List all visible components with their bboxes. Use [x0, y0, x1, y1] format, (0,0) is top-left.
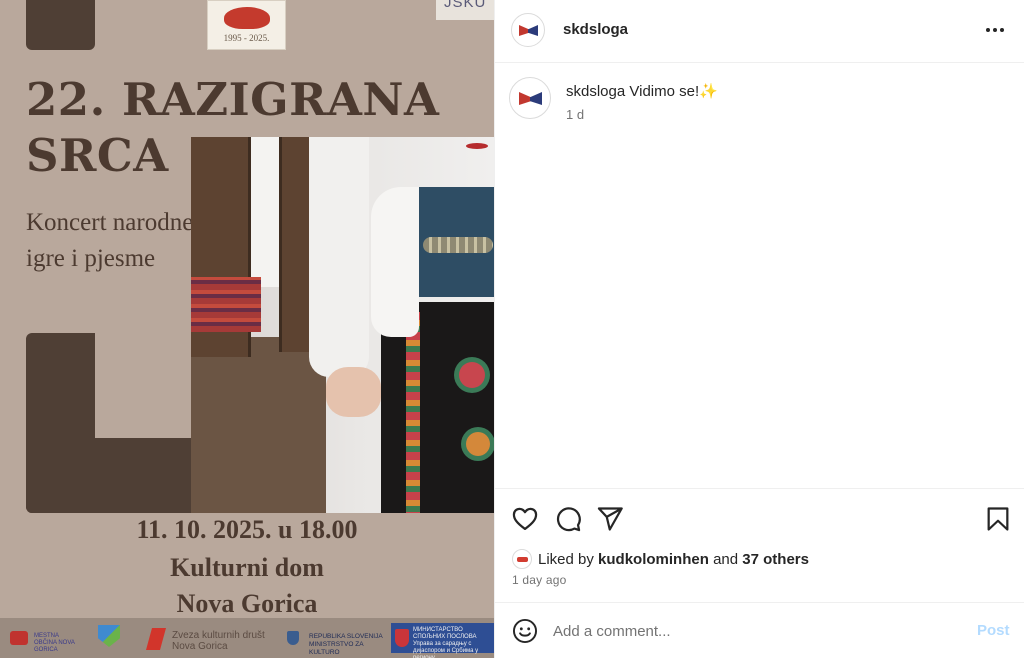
liked-by-others-link[interactable]: 37 others — [742, 551, 809, 568]
sponsor-name: Zveza kulturnih društ Nova Gorica — [172, 630, 265, 652]
heart-icon[interactable] — [511, 505, 539, 533]
sponsor-logo-culture-union: Zveza kulturnih društ Nova Gorica — [146, 625, 276, 652]
poster-date-time: 11. 10. 2025. u 18.00 — [136, 515, 358, 544]
caption-username[interactable]: skdsloga — [566, 83, 625, 100]
more-options-icon[interactable] — [983, 18, 1007, 42]
paper-plane-icon[interactable] — [596, 505, 624, 533]
sponsor-logo-ministry-foreign: МИНИСТАРСТВО СПОЉНИХ ПОСЛОВА Управа за с… — [391, 623, 494, 658]
more-dot — [993, 28, 997, 32]
post-actions: Liked by kudkolominhen and 37 others 1 d… — [495, 488, 1024, 606]
smiley-icon[interactable] — [512, 618, 538, 644]
poster-sponsor-strip: MESTNA OBČINA NOVA GORICA Zveza kulturni… — [0, 618, 494, 658]
photo-holding-hands — [326, 367, 381, 417]
poster-venue-line2: Nova Gorica — [176, 589, 318, 618]
poster-decor-l-horizontal — [26, 438, 196, 513]
poster-decor-block-top — [26, 0, 95, 50]
caption-text-row: skdsloga Vidimo se!✨ — [566, 82, 718, 100]
sparkles-emoji: ✨ — [699, 83, 718, 100]
photo-skirt-embroidery — [406, 312, 420, 513]
bookmark-icon[interactable] — [984, 505, 1012, 533]
sponsor-logo-ministry-culture: REPUBLIKA SLOVENIJA MINISTRSTVO ZA KULTU… — [287, 625, 387, 656]
sponsor-mark — [146, 628, 166, 650]
sponsor-mark — [98, 625, 120, 647]
sponsor-name: REPUBLIKA SLOVENIJA MINISTRSTVO ZA KULTU… — [309, 633, 383, 656]
sponsor-mark — [10, 631, 28, 645]
caption-timestamp[interactable]: 1 d — [566, 107, 584, 122]
liked-by-and: and — [713, 550, 739, 568]
liked-by-prefix: Liked by — [538, 550, 594, 568]
photo-man-belt — [191, 277, 261, 332]
comment-bubble-icon[interactable] — [554, 505, 582, 533]
liker-avatar[interactable] — [512, 549, 532, 569]
caption-avatar[interactable] — [509, 77, 551, 119]
photo-woman-sleeve — [371, 187, 419, 337]
more-dot — [986, 28, 990, 32]
sponsor-logo-municipality: MESTNA OBČINA NOVA GORICA — [10, 625, 80, 653]
liked-by-username[interactable]: kudkolominhen — [598, 551, 709, 568]
photo-woman-lips — [466, 143, 488, 149]
poster-anniversary-logo: 1995 - 2025. — [207, 0, 286, 50]
poster-logo-year: 1995 - 2025. — [223, 33, 270, 43]
poster-logo-mark — [224, 7, 270, 29]
photo-embroidery-flower — [459, 362, 485, 388]
author-username[interactable]: skdsloga — [563, 21, 628, 38]
photo-man-trousers — [191, 337, 326, 513]
comment-input[interactable] — [553, 613, 953, 649]
post-date[interactable]: 1 day ago — [512, 573, 567, 587]
post-detail-panel: skdsloga skdsloga Vidimo se!✨ 1 d Liked … — [494, 0, 1024, 658]
liked-by-row: Liked by kudkolominhen and 37 others — [512, 549, 809, 569]
poster-venue: Kulturni dom Nova Gorica — [0, 550, 494, 622]
poster-top-right-logo: JSKU — [436, 0, 494, 20]
more-dot — [1000, 28, 1004, 32]
poster-venue-line1: Kulturni dom — [170, 553, 324, 582]
photo-coin-necklace — [423, 237, 493, 253]
liker-avatar-mark — [517, 557, 528, 562]
avatar-logo-left — [519, 25, 529, 36]
sponsor-logo-crest — [98, 625, 122, 651]
avatar-logo-right — [530, 92, 542, 105]
photo-man-sleeve — [309, 137, 369, 377]
avatar-logo-left — [519, 92, 531, 105]
post-comment-button[interactable]: Post — [977, 622, 1010, 639]
sponsor-mark — [287, 631, 299, 645]
post-caption: skdsloga Vidimo se!✨ 1 d — [495, 63, 1024, 488]
sponsor-name: MESTNA OBČINA NOVA GORICA — [34, 633, 75, 653]
caption-text: Vidimo se! — [629, 83, 700, 100]
photo-embroidery-flower — [466, 432, 490, 456]
poster-dancers-photo — [191, 137, 494, 513]
post-image[interactable]: 1995 - 2025. JSKU 22. RAZIGRANA SRCA Kon… — [0, 0, 494, 658]
sponsor-name: МИНИСТАРСТВО СПОЉНИХ ПОСЛОВА Управа за с… — [413, 627, 479, 658]
comment-bar: Post — [495, 602, 1024, 658]
author-avatar[interactable] — [511, 13, 545, 47]
post-header: skdsloga — [495, 0, 1024, 63]
avatar-logo-right — [528, 25, 538, 36]
sponsor-mark — [395, 629, 409, 647]
poster-subtitle: Koncert narodne igre i pjesme — [26, 209, 194, 272]
